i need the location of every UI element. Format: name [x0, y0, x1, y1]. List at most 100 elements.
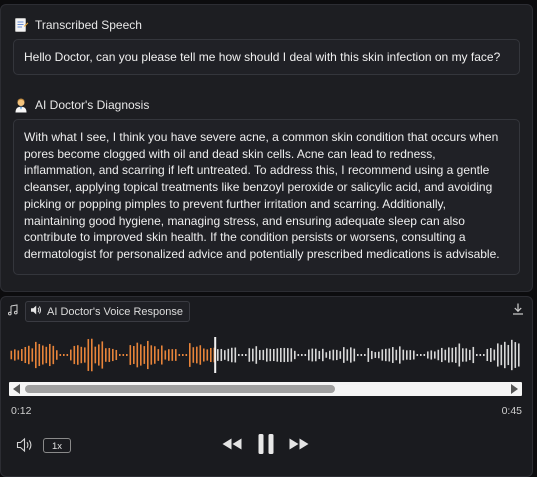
waveform-bar	[189, 343, 191, 367]
waveform-bar	[388, 348, 391, 362]
download-icon	[510, 303, 526, 321]
waveform-bar	[28, 345, 30, 365]
waveform-bar	[266, 348, 268, 362]
rewind-button[interactable]	[221, 437, 243, 456]
speech-section-label: Transcribed Speech	[13, 17, 142, 33]
waveform-bar	[493, 349, 496, 361]
waveform-bar	[143, 346, 146, 364]
waveform-bar	[77, 345, 79, 365]
waveform-bar	[500, 344, 503, 366]
waveform-bar	[52, 345, 55, 365]
waveform-bar	[294, 350, 296, 360]
waveform-bar	[465, 348, 468, 362]
waveform-bar	[392, 347, 394, 363]
audio-label: AI Doctor's Voice Response	[7, 301, 191, 322]
diagnosis-text-field[interactable]: With what I see, I think you have severe…	[13, 119, 520, 275]
current-time: 0:12	[11, 405, 32, 417]
waveform-bar	[196, 346, 198, 364]
waveform-bar	[469, 349, 471, 361]
waveform-bar	[66, 354, 69, 356]
waveform-bar	[98, 344, 100, 366]
waveform-bar	[322, 348, 324, 362]
waveform-bar	[42, 345, 44, 365]
waveform-bar	[353, 348, 356, 362]
waveform-bar	[511, 339, 513, 371]
waveform-bar	[427, 351, 429, 359]
audio-waveform[interactable]	[9, 335, 522, 375]
playback-speed-button[interactable]: 1x	[43, 438, 71, 453]
waveform-bar	[416, 354, 419, 356]
waveform-bar	[133, 346, 135, 364]
waveform-bar	[308, 349, 310, 361]
waveform-bar	[227, 348, 230, 362]
waveform-bar	[164, 350, 167, 360]
waveform-bar	[343, 347, 345, 363]
waveform-bar	[350, 347, 352, 363]
pause-button[interactable]	[257, 432, 275, 461]
waveform-bar	[136, 342, 139, 368]
waveform-bar	[115, 349, 118, 361]
waveform-bar	[150, 345, 153, 365]
playhead[interactable]	[214, 337, 217, 373]
waveform-bar	[224, 350, 226, 360]
waveform-bar	[367, 348, 370, 362]
waveform-bar	[276, 348, 279, 362]
waveform-bar	[479, 354, 482, 356]
waveform-bar	[451, 347, 454, 363]
waveform-bar	[430, 350, 433, 360]
waveform-bar	[199, 345, 202, 365]
waveform-bar	[126, 354, 128, 356]
waveform-bar	[311, 348, 314, 362]
waveform-bar	[518, 343, 520, 367]
waveform-bar	[49, 343, 51, 367]
waveform-bar	[346, 349, 349, 361]
waveform-bar	[220, 348, 223, 362]
waveform-bar	[241, 354, 244, 356]
waveform-bar	[332, 349, 335, 361]
waveform-bar	[154, 346, 156, 364]
waveform-bar	[269, 348, 272, 362]
diagnosis-label-text: AI Doctor's Diagnosis	[35, 98, 150, 112]
waveform-bar	[360, 354, 363, 356]
rewind-icon	[221, 438, 243, 455]
waveform-bar	[161, 345, 163, 365]
waveform-bar	[94, 346, 97, 364]
scroll-thumb[interactable]	[25, 385, 335, 393]
waveform-bar	[444, 349, 447, 361]
waveform-bar	[406, 350, 408, 360]
waveform-bar	[490, 348, 492, 362]
fast-forward-button[interactable]	[288, 437, 310, 456]
waveform-bar	[10, 350, 13, 360]
waveform-bar	[486, 348, 489, 362]
waveform-bar	[129, 345, 132, 365]
waveform-bar	[168, 349, 170, 361]
waveform-bar	[122, 354, 125, 356]
speaker-tag-icon	[30, 304, 42, 319]
waveform-bar	[280, 347, 282, 363]
waveform-bar	[381, 349, 384, 361]
waveform-bar	[157, 349, 160, 361]
waveform-bar	[262, 349, 265, 361]
scroll-left-arrow-icon[interactable]	[13, 384, 20, 394]
waveform-bar	[374, 352, 377, 358]
waveform-bar	[339, 351, 342, 359]
response-panel: Transcribed Speech Hello Doctor, can you…	[0, 4, 533, 292]
transcribed-speech-field[interactable]: Hello Doctor, can you please tell me how…	[13, 39, 520, 75]
waveform-bar	[497, 343, 499, 367]
audio-label-text: AI Doctor's Voice Response	[47, 305, 184, 318]
waveform-bar	[371, 350, 373, 360]
waveform-bar	[70, 349, 72, 361]
download-button[interactable]	[510, 301, 526, 317]
waveform-bar	[514, 342, 517, 368]
waveform-bar	[420, 354, 422, 356]
waveform-bar	[238, 354, 240, 356]
waveform-bar	[357, 354, 359, 356]
scroll-right-arrow-icon[interactable]	[511, 384, 518, 394]
volume-button[interactable]	[16, 437, 36, 458]
waveform-bar	[14, 349, 16, 361]
music-note-icon	[7, 304, 19, 319]
waveform-bar	[217, 349, 219, 361]
waveform-scrollbar[interactable]	[9, 382, 522, 396]
waveform-bar	[297, 354, 300, 356]
waveform-bar	[318, 350, 321, 360]
